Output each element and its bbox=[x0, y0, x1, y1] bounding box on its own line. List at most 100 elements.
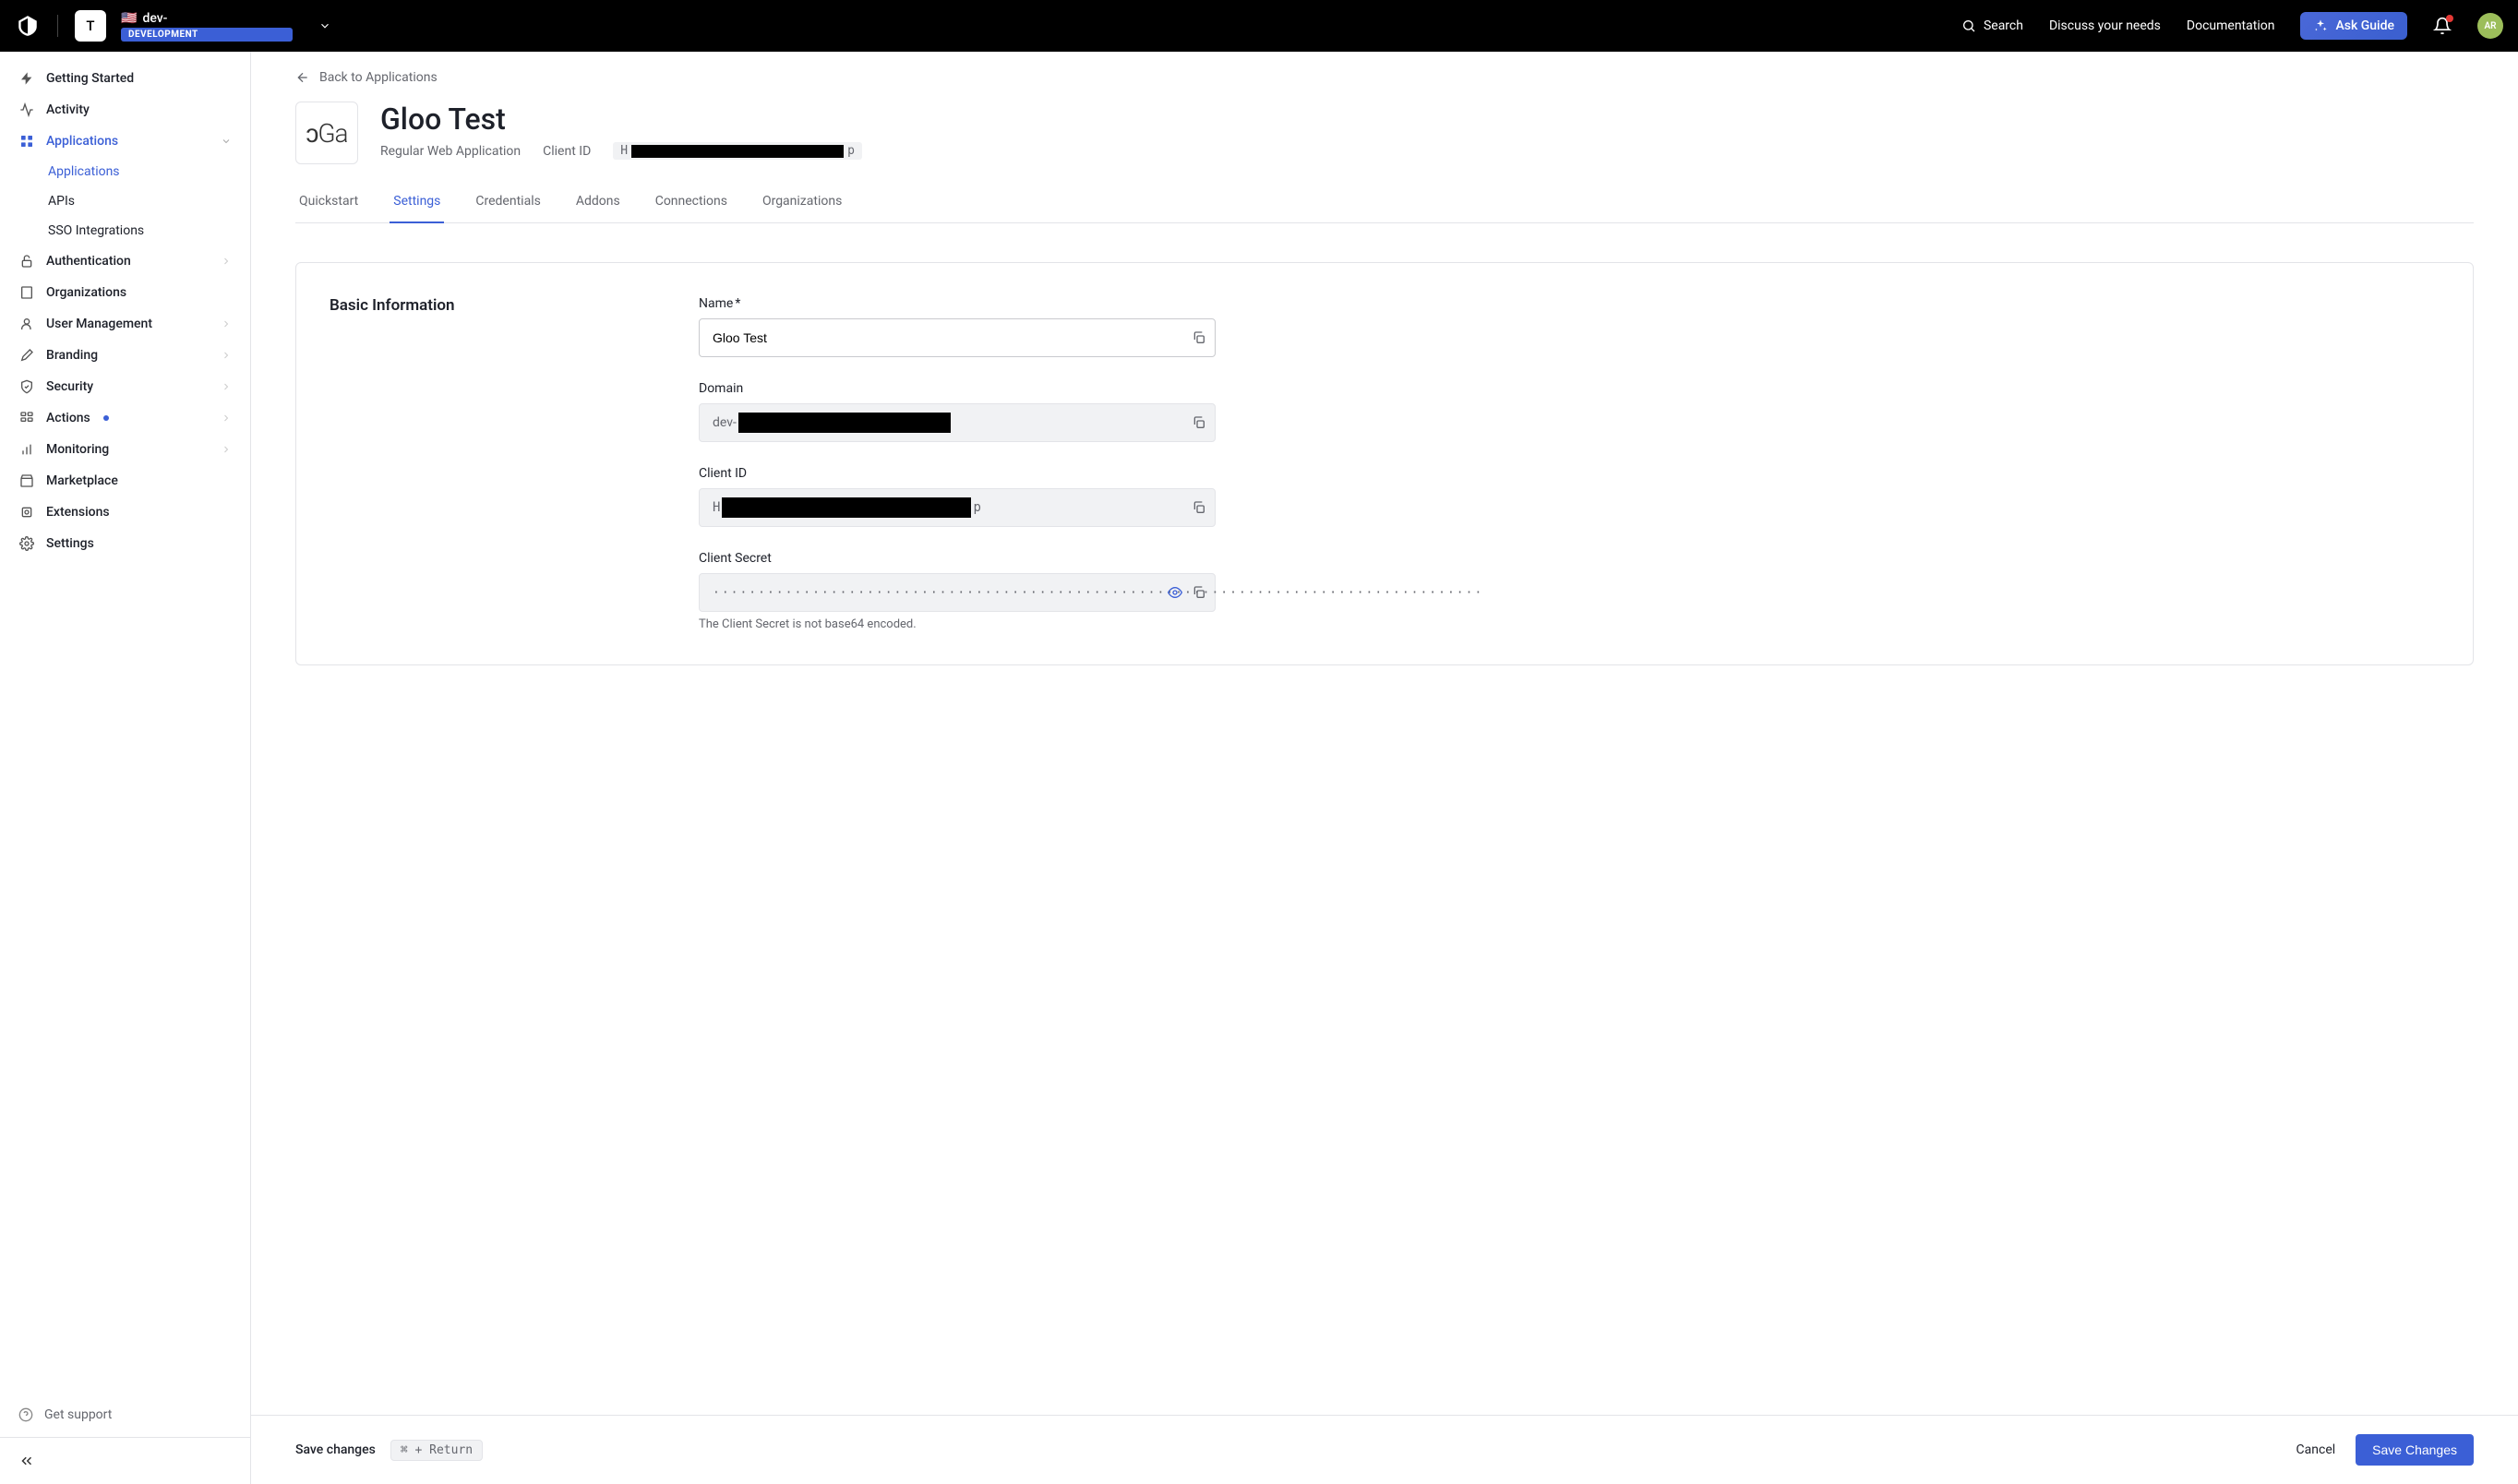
bolt-icon bbox=[18, 70, 35, 87]
clientid-label: Client ID bbox=[699, 466, 1216, 481]
sidebar-item-activity[interactable]: Activity bbox=[0, 94, 250, 126]
env-badge: DEVELOPMENT bbox=[121, 28, 293, 42]
app-type: Regular Web Application bbox=[380, 144, 521, 159]
search-link[interactable]: Search bbox=[1961, 18, 2023, 33]
copy-icon bbox=[1192, 415, 1206, 430]
app-logo: ɔGa bbox=[295, 102, 358, 164]
get-support-label: Get support bbox=[44, 1407, 112, 1422]
sidebar-item-marketplace[interactable]: Marketplace bbox=[0, 465, 250, 497]
collapse-sidebar-button[interactable] bbox=[18, 1453, 232, 1469]
reveal-button[interactable] bbox=[1168, 585, 1182, 600]
sidebar-item-label: Security bbox=[46, 379, 93, 394]
activity-icon bbox=[18, 102, 35, 118]
sidebar-item-extensions[interactable]: Extensions bbox=[0, 497, 250, 528]
client-id-prefix: H bbox=[620, 144, 628, 158]
apps-icon bbox=[18, 133, 35, 150]
tenant-avatar[interactable]: T bbox=[75, 10, 106, 42]
documentation-link[interactable]: Documentation bbox=[2187, 18, 2275, 33]
save-changes-button[interactable]: Save Changes bbox=[2356, 1434, 2474, 1466]
tab-connections[interactable]: Connections bbox=[652, 194, 731, 223]
save-changes-text: Save changes bbox=[295, 1442, 376, 1457]
sidebar-item-organizations[interactable]: Organizations bbox=[0, 277, 250, 308]
client-id-redacted bbox=[631, 145, 844, 158]
chevron-right-icon bbox=[221, 318, 232, 329]
sidebar-item-user-management[interactable]: User Management bbox=[0, 308, 250, 340]
name-label: Name* bbox=[699, 296, 1216, 311]
sidebar-item-settings[interactable]: Settings bbox=[0, 528, 250, 559]
clientid-value: H p bbox=[699, 488, 1216, 527]
sidebar-item-label: Branding bbox=[46, 348, 98, 363]
sidebar-item-label: Organizations bbox=[46, 285, 126, 300]
ask-guide-button[interactable]: Ask Guide bbox=[2300, 12, 2407, 40]
search-icon bbox=[1961, 18, 1976, 33]
chevron-right-icon bbox=[221, 350, 232, 361]
name-input[interactable] bbox=[699, 318, 1216, 357]
tab-credentials[interactable]: Credentials bbox=[472, 194, 544, 223]
sidebar-item-branding[interactable]: Branding bbox=[0, 340, 250, 371]
client-id-chip[interactable]: H p bbox=[613, 142, 862, 160]
chevron-down-icon[interactable] bbox=[318, 19, 331, 32]
chevron-right-icon bbox=[221, 444, 232, 455]
tenant-name-redacted bbox=[173, 11, 293, 26]
sidebar-item-actions[interactable]: Actions bbox=[0, 402, 250, 434]
sidebar-subitem-apis[interactable]: APIs bbox=[30, 186, 250, 216]
secret-label: Client Secret bbox=[699, 551, 1216, 566]
get-support-link[interactable]: Get support bbox=[18, 1407, 232, 1422]
sidebar-subitem-sso[interactable]: SSO Integrations bbox=[30, 216, 250, 245]
copy-button[interactable] bbox=[1192, 500, 1206, 515]
notifications-button[interactable] bbox=[2433, 17, 2452, 35]
field-domain: Domain dev- bbox=[699, 381, 1216, 442]
tab-settings[interactable]: Settings bbox=[390, 194, 444, 223]
ask-guide-label: Ask Guide bbox=[2335, 18, 2394, 33]
field-client-id: Client ID H p bbox=[699, 466, 1216, 527]
sidebar-item-monitoring[interactable]: Monitoring bbox=[0, 434, 250, 465]
sidebar-item-label: Settings bbox=[46, 536, 94, 551]
sidebar-item-label: Getting Started bbox=[46, 71, 134, 86]
sidebar-subitem-applications[interactable]: Applications bbox=[30, 157, 250, 186]
sidebar-item-authentication[interactable]: Authentication bbox=[0, 245, 250, 277]
header: T 🇺🇸 dev- DEVELOPMENT Search Discuss you… bbox=[0, 0, 2518, 52]
domain-prefix: dev- bbox=[713, 415, 737, 430]
clientid-redacted bbox=[722, 497, 971, 518]
tabs: Quickstart Settings Credentials Addons C… bbox=[295, 194, 2474, 223]
help-icon bbox=[18, 1407, 33, 1422]
cancel-button[interactable]: Cancel bbox=[2296, 1442, 2336, 1457]
notification-dot bbox=[2446, 15, 2453, 22]
tab-quickstart[interactable]: Quickstart bbox=[295, 194, 362, 223]
chart-icon bbox=[18, 441, 35, 458]
lock-icon bbox=[18, 253, 35, 269]
copy-button[interactable] bbox=[1192, 415, 1206, 430]
domain-redacted bbox=[738, 413, 951, 433]
clientid-prefix: H bbox=[713, 500, 720, 515]
gear-icon bbox=[18, 535, 35, 552]
flag-icon: 🇺🇸 bbox=[121, 11, 137, 26]
copy-button[interactable] bbox=[1192, 330, 1206, 345]
sidebar-item-getting-started[interactable]: Getting Started bbox=[0, 63, 250, 94]
sidebar-item-security[interactable]: Security bbox=[0, 371, 250, 402]
logo-icon[interactable] bbox=[15, 13, 41, 39]
back-link[interactable]: Back to Applications bbox=[295, 70, 438, 85]
actions-icon bbox=[18, 410, 35, 426]
tab-organizations[interactable]: Organizations bbox=[759, 194, 845, 223]
actions-dot bbox=[103, 415, 109, 421]
secret-value: ········································… bbox=[699, 573, 1216, 612]
copy-icon bbox=[1192, 500, 1206, 515]
sidebar: Getting Started Activity Applications Ap… bbox=[0, 52, 251, 1484]
chevron-down-icon bbox=[221, 136, 232, 147]
market-icon bbox=[18, 473, 35, 489]
copy-icon bbox=[1192, 585, 1206, 600]
copy-icon bbox=[1192, 330, 1206, 345]
puzzle-icon bbox=[18, 504, 35, 521]
shield-icon bbox=[18, 378, 35, 395]
copy-button[interactable] bbox=[1192, 585, 1206, 600]
user-avatar[interactable]: AR bbox=[2477, 13, 2503, 39]
chevron-right-icon bbox=[221, 256, 232, 267]
main-content: Back to Applications ɔGa Gloo Test Regul… bbox=[251, 52, 2518, 1484]
client-id-suffix: p bbox=[847, 144, 855, 158]
domain-value: dev- bbox=[699, 403, 1216, 442]
tenant-selector[interactable]: 🇺🇸 dev- DEVELOPMENT bbox=[121, 11, 293, 42]
discuss-link[interactable]: Discuss your needs bbox=[2049, 18, 2161, 33]
eye-icon bbox=[1168, 585, 1182, 600]
sidebar-item-applications[interactable]: Applications bbox=[0, 126, 250, 157]
tab-addons[interactable]: Addons bbox=[572, 194, 624, 223]
